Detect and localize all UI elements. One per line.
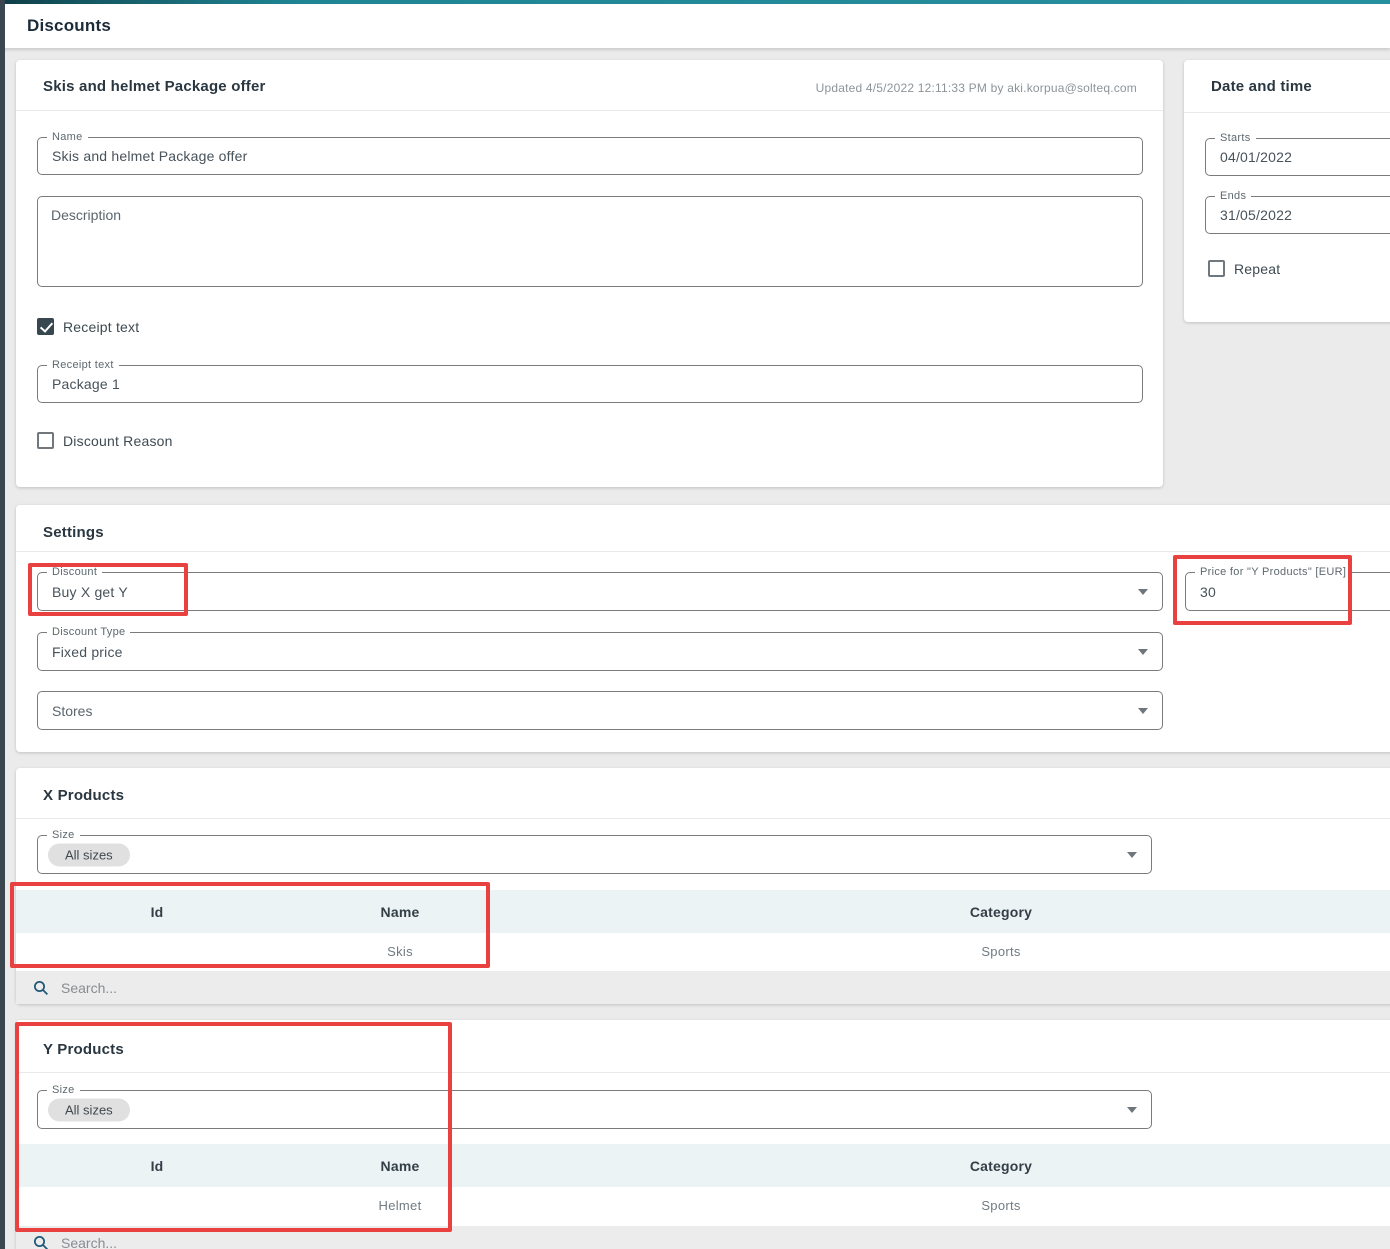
search-input[interactable] (61, 980, 361, 996)
x-products-table-header: Id Name Category (16, 890, 1390, 933)
chevron-down-icon (1138, 649, 1148, 655)
discount-type-select-value: Fixed price (52, 633, 123, 670)
y-products-search-bar[interactable] (16, 1226, 1390, 1249)
column-header-name: Name (298, 1158, 502, 1174)
divider (16, 1072, 1390, 1073)
page-title: Discounts (27, 4, 111, 48)
datetime-card-title: Date and time (1211, 78, 1312, 95)
stores-select-label: Stores (52, 692, 92, 729)
discount-select-value: Buy X get Y (52, 573, 128, 610)
cell-name: Skis (298, 944, 502, 959)
receipt-text-checkbox-label: Receipt text (63, 319, 139, 335)
left-edge-bar (0, 0, 5, 1249)
chevron-down-icon (1138, 589, 1148, 595)
discount-type-select[interactable]: Discount Type Fixed price (37, 632, 1163, 671)
y-products-table-header: Id Name Category (16, 1144, 1390, 1187)
starts-date-input[interactable]: Starts 04/01/2022 (1205, 138, 1390, 176)
y-size-select-label: Size (47, 1084, 80, 1096)
datetime-card: Date and time Starts 04/01/2022 Ends 31/… (1184, 60, 1390, 322)
search-input[interactable] (61, 1235, 361, 1249)
price-y-products-input[interactable]: Price for "Y Products" [EUR] 30 (1185, 572, 1390, 611)
x-size-select[interactable]: Size All sizes (37, 835, 1152, 874)
repeat-checkbox-row[interactable]: Repeat (1208, 260, 1280, 277)
search-icon (32, 979, 50, 997)
settings-card: Settings Discount Buy X get Y Price for … (16, 505, 1390, 752)
column-header-id: Id (16, 904, 298, 920)
cell-name: Helmet (298, 1198, 502, 1213)
name-input[interactable]: Name Skis and helmet Package offer (37, 137, 1143, 175)
all-sizes-chip[interactable]: All sizes (48, 1098, 130, 1121)
stores-select[interactable]: Stores (37, 691, 1163, 730)
y-size-select[interactable]: Size All sizes (37, 1090, 1152, 1129)
chevron-down-icon (1127, 1107, 1137, 1113)
price-y-products-label: Price for "Y Products" [EUR] (1195, 566, 1351, 578)
starts-value: 04/01/2022 (1220, 139, 1292, 175)
receipt-text-input[interactable]: Receipt text Package 1 (37, 365, 1143, 403)
column-header-category: Category (502, 1158, 1390, 1174)
description-label: Description (51, 207, 121, 223)
divider (16, 110, 1163, 111)
app-header: Discounts (0, 4, 1390, 48)
discount-reason-checkbox-row[interactable]: Discount Reason (37, 432, 173, 449)
description-textarea[interactable]: Description (37, 196, 1143, 287)
column-header-category: Category (502, 904, 1390, 920)
receipt-text-input-value: Package 1 (52, 366, 120, 402)
ends-date-input[interactable]: Ends 31/05/2022 (1205, 196, 1390, 234)
name-input-value: Skis and helmet Package offer (52, 138, 247, 174)
x-products-title: X Products (43, 787, 124, 804)
ends-value: 31/05/2022 (1220, 197, 1292, 233)
y-products-title: Y Products (43, 1041, 124, 1058)
table-row[interactable]: Helmet Sports (16, 1187, 1390, 1224)
receipt-text-checkbox[interactable] (37, 318, 54, 335)
top-accent-bar (0, 0, 1390, 4)
discounts-page: Discounts Skis and helmet Package offer … (0, 0, 1390, 1249)
settings-card-title: Settings (43, 524, 104, 541)
repeat-checkbox-label: Repeat (1234, 261, 1280, 277)
divider (16, 818, 1390, 819)
column-header-name: Name (298, 904, 502, 920)
receipt-text-checkbox-row[interactable]: Receipt text (37, 318, 139, 335)
chevron-down-icon (1127, 852, 1137, 858)
chevron-down-icon (1138, 708, 1148, 714)
discount-select[interactable]: Discount Buy X get Y (37, 572, 1163, 611)
x-products-search-bar[interactable] (16, 971, 1390, 1004)
offer-card: Skis and helmet Package offer Updated 4/… (16, 60, 1163, 487)
search-icon (32, 1234, 50, 1249)
x-products-card: X Products Size All sizes Id Name Catego… (16, 768, 1390, 1004)
updated-text: Updated 4/5/2022 12:11:33 PM by aki.korp… (816, 81, 1137, 95)
price-y-products-value: 30 (1200, 573, 1216, 610)
x-size-select-label: Size (47, 829, 80, 841)
discount-reason-checkbox[interactable] (37, 432, 54, 449)
cell-category: Sports (502, 944, 1390, 959)
divider (16, 551, 1390, 552)
discount-reason-checkbox-label: Discount Reason (63, 433, 173, 449)
divider (1184, 112, 1390, 113)
cell-category: Sports (502, 1198, 1390, 1213)
repeat-checkbox[interactable] (1208, 260, 1225, 277)
table-row[interactable]: Skis Sports (16, 933, 1390, 970)
all-sizes-chip[interactable]: All sizes (48, 843, 130, 866)
column-header-id: Id (16, 1158, 298, 1174)
offer-card-title: Skis and helmet Package offer (43, 78, 266, 95)
y-products-card: Y Products Size All sizes Id Name Catego… (16, 1020, 1390, 1249)
